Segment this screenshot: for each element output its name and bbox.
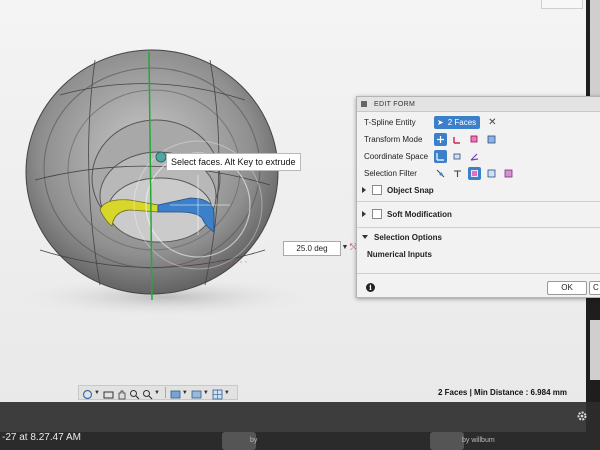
chevron-down-icon[interactable]: ▼ [203,390,209,396]
chevron-down-icon[interactable] [362,235,368,239]
all-filter-icon[interactable] [502,167,515,180]
zoom-window-icon[interactable] [142,387,153,400]
visual-style-icon[interactable] [191,387,202,399]
panel-title: EDIT FORM [374,100,416,108]
pan-hand-icon[interactable] [116,387,127,400]
selected-faces-button[interactable]: ➤ 2 Faces [434,115,481,129]
selected-faces-label: 2 Faces [447,117,477,127]
author-label: by [250,437,258,444]
object-snap-section[interactable]: Object Snap [362,183,434,197]
numerical-inputs-label: Numerical Inputs [367,249,432,259]
world-space-icon[interactable] [434,149,447,163]
selection-options-label: Selection Options [374,232,443,242]
object-snap-label: Object Snap [387,185,434,195]
angle-input[interactable]: 25.0 deg [283,241,341,256]
section-divider [357,201,600,202]
soft-modification-label: Soft Modification [387,209,452,219]
edge-filter-icon[interactable] [451,167,464,180]
translate-icon[interactable] [451,133,464,146]
toolbar-divider [164,387,166,398]
taskbar [0,402,600,450]
navigation-toolbar: ▼ ▼ ▼ ▼ ▼ [78,385,238,400]
cursor-arrow-icon: ➤ [437,117,444,127]
clear-selection-icon[interactable]: ✕ [488,117,496,128]
transform-mode-label: Transform Mode [364,134,423,144]
section-divider [357,273,600,274]
author-label: by willbum [462,437,495,444]
selection-tooltip: Select faces. Alt Key to extrude [166,153,301,171]
tspline-entity-row: T-Spline Entity ➤ 2 Faces ✕ [364,114,497,130]
selection-filter-label: Selection Filter [364,168,417,178]
bottom-panel [0,402,586,432]
panel-header[interactable]: EDIT FORM [357,97,600,112]
grid-icon[interactable] [212,387,223,400]
selection-options-section[interactable]: Selection Options [362,230,442,244]
cancel-button[interactable]: C [589,281,600,295]
selection-status: 2 Faces | Min Distance : 6.984 mm [438,388,567,397]
local-space-icon[interactable] [468,150,481,163]
screenshot-timestamp: -27 at 8.27.47 AM [2,432,81,443]
scale-icon[interactable] [485,133,498,146]
vertex-filter-icon[interactable] [434,167,447,180]
chevron-down-icon[interactable]: ▼ [224,390,230,396]
chevron-right-icon[interactable] [362,187,366,193]
edit-form-panel: EDIT FORM T-Spline Entity ➤ 2 Faces ✕ Tr… [356,96,600,298]
face-filter-icon[interactable] [468,166,481,180]
soft-modification-section[interactable]: Soft Modification [362,207,452,221]
drag-grip-icon[interactable] [361,101,367,107]
chevron-right-icon[interactable] [362,211,366,217]
multi-transform-icon[interactable] [434,132,447,146]
video-thumbnail[interactable] [430,432,464,450]
transform-mode-row: Transform Mode [364,131,502,147]
body-filter-icon[interactable] [485,167,498,180]
orbit-icon[interactable] [82,387,93,400]
chevron-down-icon[interactable]: ▼ [182,390,188,396]
coordinate-space-row: Coordinate Space [364,148,485,164]
object-snap-checkbox[interactable] [372,185,382,195]
gear-icon[interactable] [576,410,588,422]
info-icon[interactable]: i [366,283,375,292]
tspline-entity-label: T-Spline Entity [364,117,416,127]
coordinate-space-label: Coordinate Space [364,151,429,161]
zoom-icon[interactable] [129,387,140,400]
section-divider [357,227,600,228]
view-space-icon[interactable] [451,150,464,163]
ok-button[interactable]: OK [547,281,587,295]
display-mode-icon[interactable] [170,387,181,399]
numerical-inputs-section[interactable]: Numerical Inputs [367,247,432,261]
chevron-down-icon[interactable]: ▼ [94,390,100,396]
look-at-icon[interactable] [103,387,114,399]
chevron-down-icon[interactable]: ▼ [154,390,160,396]
selection-filter-row: Selection Filter [364,165,519,181]
rotate-icon[interactable] [468,133,481,146]
pivot-point-icon [155,151,167,163]
soft-modification-checkbox[interactable] [372,209,382,219]
angle-dropdown-icon[interactable]: ▼ [340,241,350,254]
